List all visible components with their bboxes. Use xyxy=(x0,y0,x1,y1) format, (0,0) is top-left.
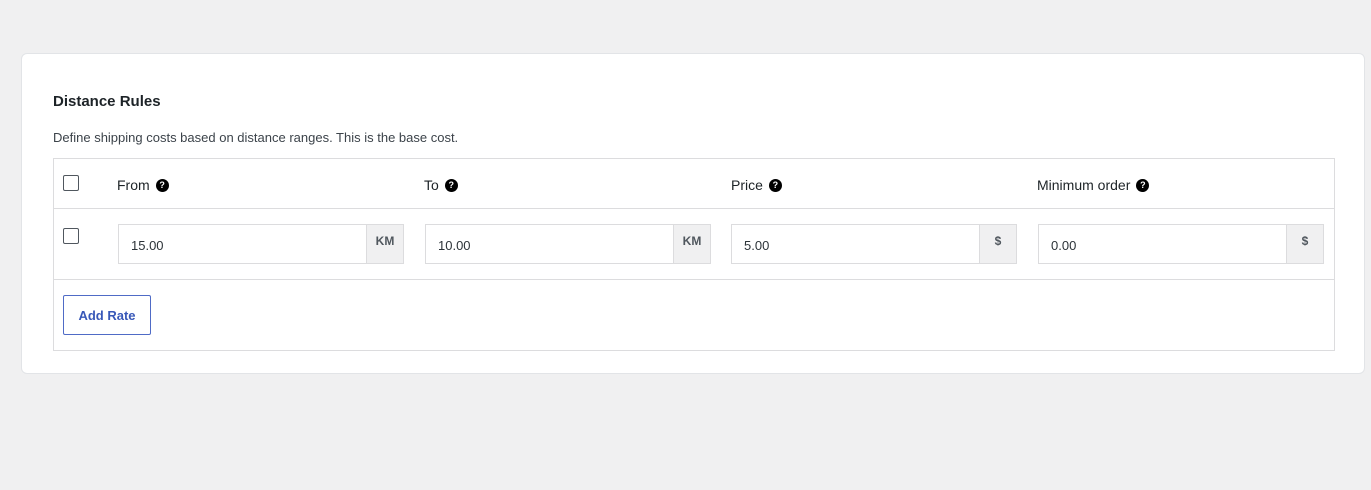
currency-unit-label: $ xyxy=(1286,225,1323,263)
row-select-checkbox[interactable] xyxy=(63,228,79,244)
minimum-order-input[interactable] xyxy=(1039,225,1286,263)
help-icon[interactable]: ? xyxy=(768,178,782,192)
column-header-to: To ? xyxy=(424,177,458,193)
price-input[interactable] xyxy=(732,225,979,263)
minimum-order-field: $ xyxy=(1038,224,1324,264)
table-header-row: From ? To ? Price ? Minimum order ? xyxy=(54,159,1334,209)
section-description: Define shipping costs based on distance … xyxy=(53,130,459,145)
distance-unit-label: KM xyxy=(673,225,710,263)
column-header-from: From ? xyxy=(117,177,169,193)
distance-rules-table: From ? To ? Price ? Minimum order ? KM xyxy=(53,158,1335,351)
section-title: Distance Rules xyxy=(53,93,161,110)
column-header-minimum-order: Minimum order ? xyxy=(1037,177,1150,193)
to-distance-field: KM xyxy=(425,224,711,264)
column-header-label: To xyxy=(424,177,439,193)
select-all-checkbox[interactable] xyxy=(63,175,79,191)
distance-unit-label: KM xyxy=(366,225,403,263)
help-icon[interactable]: ? xyxy=(1136,178,1150,192)
to-distance-input[interactable] xyxy=(426,225,673,263)
price-field: $ xyxy=(731,224,1017,264)
column-header-label: Minimum order xyxy=(1037,177,1131,193)
table-footer-row: Add Rate xyxy=(54,280,1334,350)
column-header-label: From xyxy=(117,177,150,193)
currency-unit-label: $ xyxy=(979,225,1016,263)
column-header-price: Price ? xyxy=(731,177,782,193)
table-row: KM KM $ $ xyxy=(54,209,1334,280)
help-icon[interactable]: ? xyxy=(444,178,458,192)
help-icon[interactable]: ? xyxy=(155,178,169,192)
distance-rules-card: Distance Rules Define shipping costs bas… xyxy=(21,53,1365,374)
add-rate-button[interactable]: Add Rate xyxy=(63,295,151,335)
from-distance-field: KM xyxy=(118,224,404,264)
column-header-label: Price xyxy=(731,177,763,193)
from-distance-input[interactable] xyxy=(119,225,366,263)
